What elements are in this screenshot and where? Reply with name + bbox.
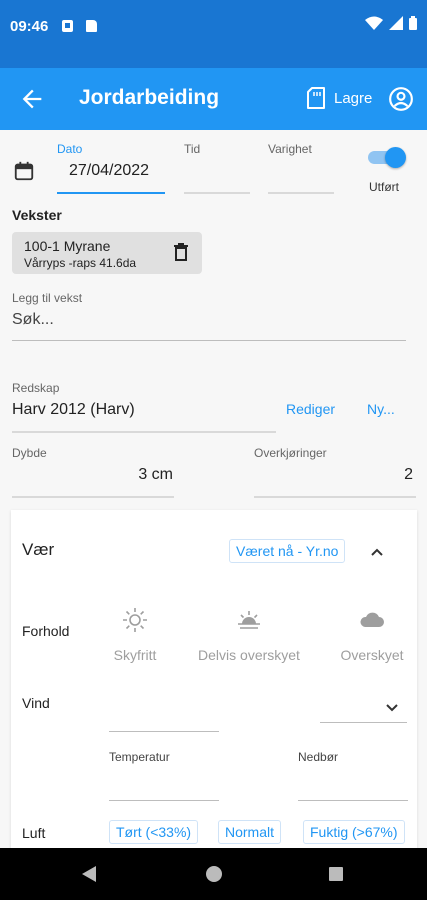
save-button[interactable]: Lagre	[306, 86, 372, 110]
passes-label: Overkjøringer	[254, 446, 327, 460]
condition-clear-label: Skyfritt	[113, 647, 157, 663]
edit-equipment-button[interactable]: Rediger	[286, 401, 335, 417]
date-input[interactable]: 27/04/2022	[69, 162, 149, 180]
date-underline	[57, 192, 165, 194]
battery-icon	[409, 16, 417, 30]
wind-direction-select[interactable]	[320, 722, 407, 723]
condition-partly-cloudy-label: Delvis overskyet	[198, 647, 300, 663]
depth-input[interactable]: 3 cm	[12, 466, 173, 484]
chevron-up-icon[interactable]	[369, 544, 385, 560]
crop-chip[interactable]: 100-1 Myrane Vårryps -raps 41.6da	[12, 232, 202, 274]
humidity-normal-button[interactable]: Normalt	[218, 820, 282, 844]
equipment-underline	[12, 431, 276, 433]
save-label: Lagre	[334, 89, 373, 107]
delete-icon[interactable]	[174, 243, 188, 261]
duration-underline	[268, 192, 334, 194]
new-equipment-button[interactable]: Ny...	[367, 401, 395, 417]
condition-partly-cloudy[interactable]: Delvis overskyet	[189, 606, 309, 663]
sun-icon	[123, 608, 147, 632]
chevron-down-icon[interactable]	[385, 700, 399, 714]
nav-back-icon[interactable]	[82, 866, 96, 882]
cloud-icon	[360, 612, 384, 627]
notification-icon	[62, 20, 73, 32]
weather-title: Vær	[22, 540, 55, 559]
conditions-label: Forhold	[22, 623, 70, 639]
date-label: Dato	[57, 142, 83, 156]
yr-weather-button[interactable]: Været nå - Yr.no	[229, 539, 346, 563]
toggle-thumb	[385, 147, 406, 168]
equipment-select[interactable]: Harv 2012 (Harv)	[12, 401, 135, 419]
save-icon	[307, 87, 325, 109]
condition-overcast[interactable]: Overskyet	[334, 606, 410, 663]
back-arrow-icon[interactable]	[18, 85, 46, 113]
condition-clear[interactable]: Skyfritt	[100, 606, 170, 663]
page-title: Jordarbeiding	[79, 86, 220, 109]
precipitation-input[interactable]	[298, 800, 408, 801]
wind-label: Vind	[22, 695, 50, 711]
system-nav-bar	[0, 848, 427, 900]
humidity-label: Luft	[22, 825, 46, 841]
add-crop-label: Legg til vekst	[12, 291, 83, 305]
form-content[interactable]: Dato 27/04/2022 Tid Varighet Utført Veks…	[0, 130, 427, 848]
account-icon[interactable]	[388, 86, 414, 112]
signal-icon	[389, 16, 403, 30]
temperature-label: Temperatur	[109, 750, 170, 764]
status-icons	[365, 16, 417, 30]
wifi-icon	[365, 16, 383, 30]
passes-underline	[254, 496, 416, 498]
condition-overcast-label: Overskyet	[340, 647, 404, 663]
crop-search-input[interactable]: Søk...	[12, 311, 54, 329]
done-toggle[interactable]	[366, 146, 406, 168]
crops-heading: Vekster	[12, 207, 62, 223]
time-label: Tid	[184, 142, 201, 156]
done-label: Utført	[369, 180, 399, 194]
temperature-input[interactable]	[109, 800, 219, 801]
calendar-icon[interactable]	[13, 160, 35, 182]
sd-card-icon	[86, 20, 97, 32]
crop-name: 100-1 Myrane	[24, 238, 111, 254]
precipitation-label: Nedbør	[298, 750, 339, 764]
humidity-humid-button[interactable]: Fuktig (>67%)	[303, 820, 405, 844]
duration-label: Varighet	[268, 142, 312, 156]
nav-home-icon[interactable]	[206, 866, 222, 882]
wind-speed-input[interactable]	[109, 731, 219, 732]
status-time: 09:46	[10, 18, 49, 35]
equipment-label: Redskap	[12, 381, 60, 395]
time-underline	[184, 192, 250, 194]
crop-detail: Vårryps -raps 41.6da	[24, 256, 137, 270]
humidity-dry-button[interactable]: Tørt (<33%)	[109, 820, 199, 844]
status-bar: 09:46	[0, 0, 427, 68]
depth-label: Dybde	[12, 446, 47, 460]
weather-card: Vær Været nå - Yr.no Forhold Skyfritt De…	[11, 510, 417, 848]
depth-underline	[12, 496, 174, 498]
crop-search-underline	[12, 340, 406, 341]
passes-input[interactable]: 2	[254, 466, 413, 484]
nav-recent-apps-icon[interactable]	[329, 867, 343, 881]
app-bar: Jordarbeiding Lagre	[0, 68, 427, 130]
partly-cloudy-icon	[238, 611, 260, 629]
